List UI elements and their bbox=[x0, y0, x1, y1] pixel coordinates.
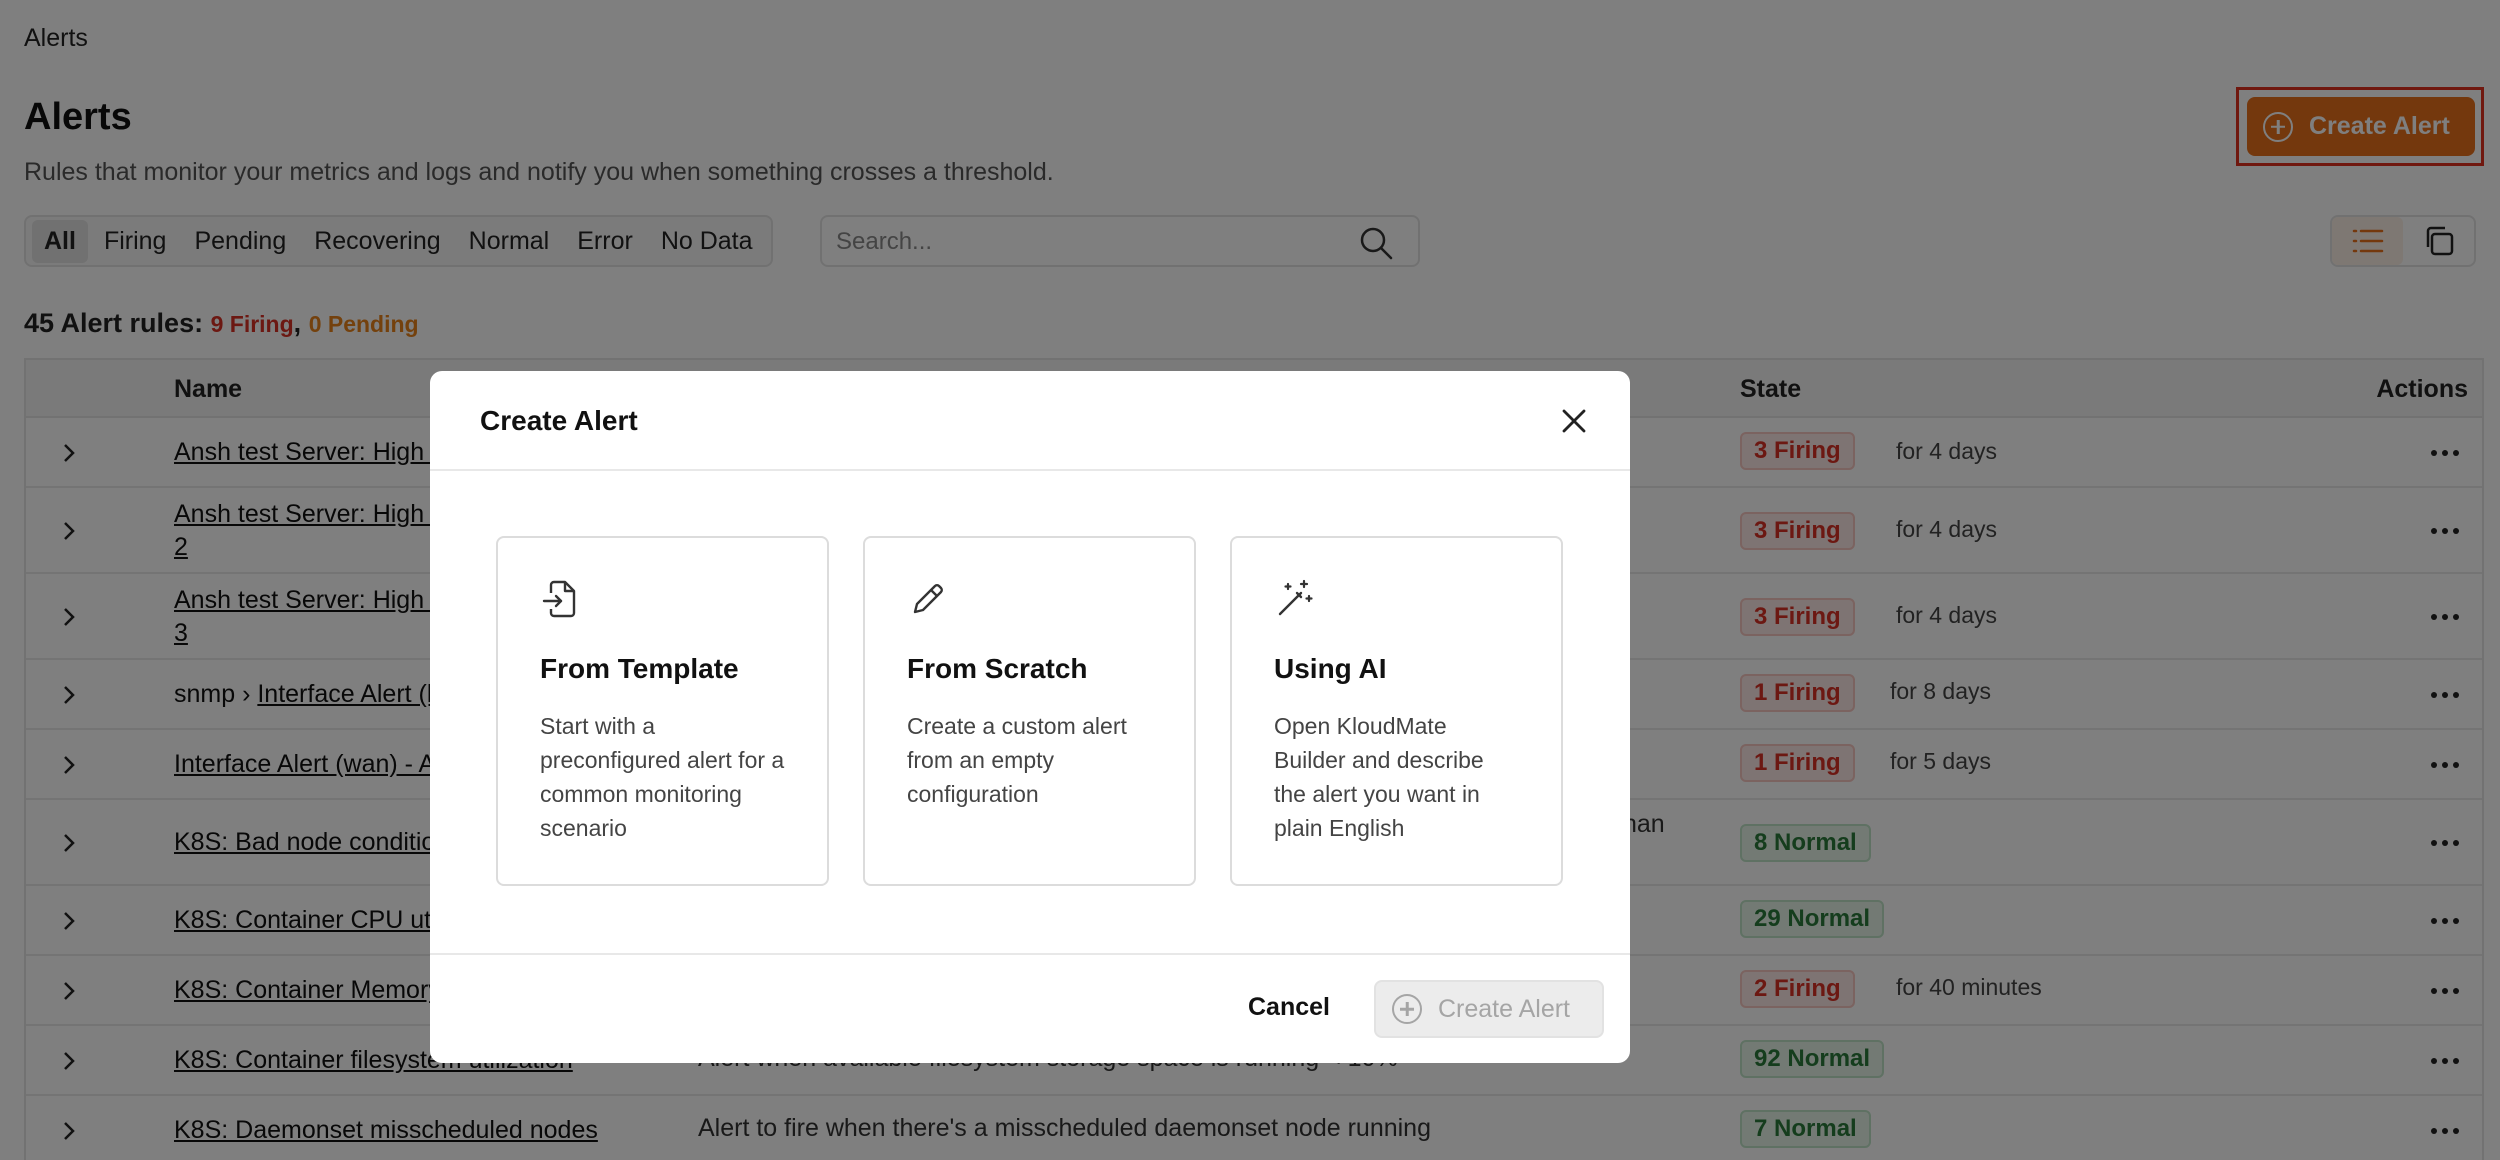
cancel-button[interactable]: Cancel bbox=[1248, 993, 1330, 1022]
option-description: Create a custom alert from an empty conf… bbox=[907, 713, 1127, 807]
plus-circle-icon bbox=[1392, 994, 1422, 1024]
option-description: Open KloudMate Builder and describe the … bbox=[1274, 713, 1484, 841]
option-from-scratch[interactable]: From Scratch Create a custom alert from … bbox=[863, 536, 1196, 886]
option-description: Start with a preconfigured alert for a c… bbox=[540, 713, 785, 841]
create-alert-dialog: Create Alert From Template Start with a … bbox=[430, 371, 1630, 1063]
dialog-header: Create Alert bbox=[430, 371, 1630, 471]
dialog-footer: Cancel Create Alert bbox=[430, 953, 1630, 1063]
close-icon[interactable] bbox=[1556, 403, 1592, 439]
option-from-template[interactable]: From Template Start with a preconfigured… bbox=[496, 536, 829, 886]
magic-wand-icon bbox=[1278, 579, 1313, 616]
option-using-ai[interactable]: Using AI Open KloudMate Builder and desc… bbox=[1230, 536, 1563, 886]
create-alert-submit-label: Create Alert bbox=[1438, 994, 1571, 1023]
dialog-title: Create Alert bbox=[480, 405, 638, 436]
option-title: From Scratch bbox=[907, 653, 1088, 684]
option-title: From Template bbox=[540, 653, 739, 684]
creation-options: From Template Start with a preconfigured… bbox=[496, 536, 1563, 886]
pencil-icon bbox=[913, 584, 943, 614]
file-import-icon bbox=[542, 580, 576, 618]
option-title: Using AI bbox=[1274, 653, 1387, 684]
create-alert-submit-button[interactable]: Create Alert bbox=[1374, 980, 1604, 1038]
